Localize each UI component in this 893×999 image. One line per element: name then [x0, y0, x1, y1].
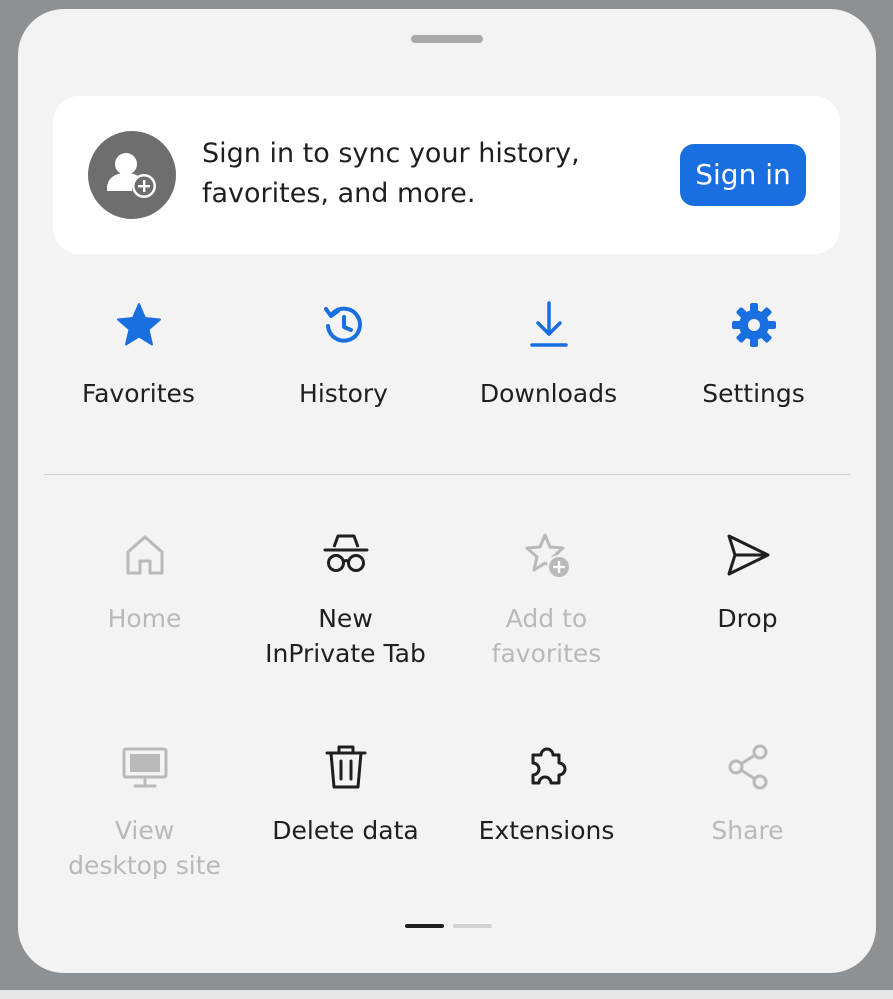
person-add-icon [88, 131, 176, 219]
page-dot[interactable] [453, 924, 492, 928]
divider [44, 474, 850, 475]
desktop-icon [119, 741, 171, 793]
history-label: History [299, 379, 388, 408]
extensions-button[interactable]: Extensions [446, 741, 647, 911]
page-indicator [405, 924, 505, 929]
add-to-favorites-label: Add to favorites [491, 604, 602, 668]
delete-data-button[interactable]: Delete data [245, 741, 446, 911]
history-icon [318, 299, 370, 351]
share-button[interactable]: Share [647, 741, 848, 911]
gear-icon [728, 299, 780, 351]
view-desktop-site-button[interactable]: View desktop site [44, 741, 245, 911]
puzzle-icon [521, 741, 573, 793]
menu-grid: Home New InPrivate Tab Add to favorites … [44, 529, 850, 889]
drag-handle[interactable] [411, 35, 483, 43]
extensions-label: Extensions [478, 816, 615, 845]
send-icon [722, 529, 774, 581]
downloads-button[interactable]: Downloads [446, 299, 651, 429]
settings-label: Settings [702, 379, 805, 408]
signin-card: Sign in to sync your history, favorites,… [53, 96, 840, 254]
drop-button[interactable]: Drop [647, 529, 848, 699]
settings-button[interactable]: Settings [651, 299, 856, 429]
signin-button[interactable]: Sign in [680, 144, 806, 206]
share-icon [722, 741, 774, 793]
delete-data-label: Delete data [272, 816, 419, 845]
favorites-label: Favorites [82, 379, 195, 408]
home-button[interactable]: Home [44, 529, 245, 699]
inprivate-icon [320, 529, 372, 581]
view-desktop-site-label: View desktop site [68, 816, 221, 880]
page-dot-active[interactable] [405, 924, 444, 928]
download-icon [523, 299, 575, 351]
share-label: Share [711, 816, 784, 845]
history-button[interactable]: History [241, 299, 446, 429]
signin-message: Sign in to sync your history, favorites,… [202, 138, 580, 209]
quick-actions: Favorites History Downloads Settings [36, 299, 858, 429]
menu-sheet: Sign in to sync your history, favorites,… [18, 9, 876, 973]
downloads-label: Downloads [479, 379, 618, 408]
drop-label: Drop [717, 604, 778, 633]
star-add-icon [521, 529, 573, 581]
favorites-button[interactable]: Favorites [36, 299, 241, 429]
new-inprivate-tab-button[interactable]: New InPrivate Tab [245, 529, 446, 699]
star-icon [113, 299, 165, 351]
home-icon [119, 529, 171, 581]
bottom-strip [0, 990, 893, 999]
trash-icon [320, 741, 372, 793]
home-label: Home [107, 604, 182, 633]
new-inprivate-tab-label: New InPrivate Tab [265, 604, 426, 668]
add-to-favorites-button[interactable]: Add to favorites [446, 529, 647, 699]
